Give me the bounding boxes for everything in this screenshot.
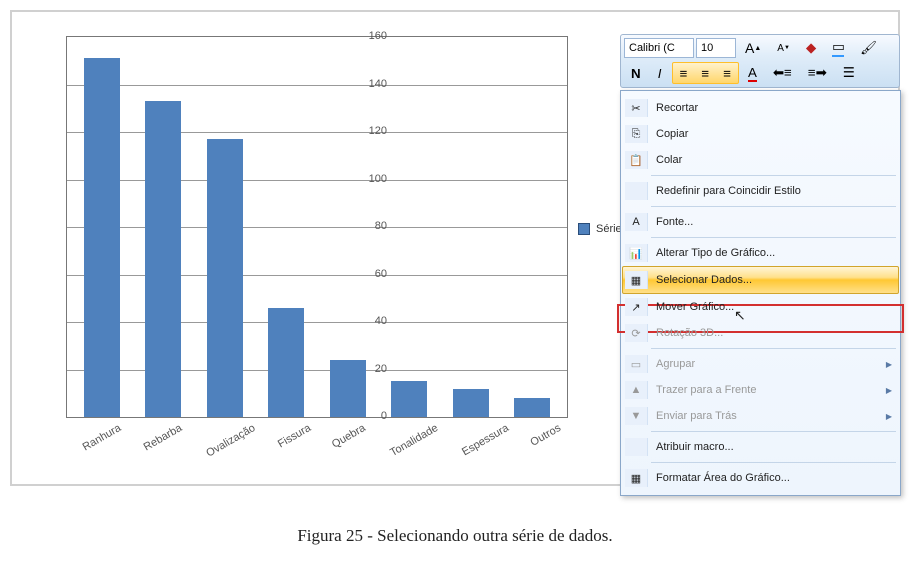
x-axis-tick-label: Rebarba	[142, 422, 185, 453]
chart-bar[interactable]	[514, 398, 550, 417]
figure-caption: Figura 25 - Selecionando outra série de …	[0, 526, 910, 546]
y-axis-tick-label: 120	[347, 125, 387, 137]
context-menu-item-font[interactable]: A Fonte...	[623, 209, 898, 235]
chart-bar[interactable]	[84, 58, 120, 417]
context-menu-label: Atribuir macro...	[656, 441, 884, 453]
italic-button[interactable]: I	[650, 63, 670, 83]
rot3d-icon: ⟳	[625, 324, 648, 342]
context-menu: ✂ Recortar ⎘ Copiar 📋 Colar Redefinir para Coi…	[620, 90, 901, 496]
decrease-indent-button[interactable]: ⬅≡	[766, 63, 799, 83]
y-axis-tick-label: 160	[347, 30, 387, 42]
legend-swatch	[578, 223, 590, 235]
context-menu-item-cut[interactable]: ✂ Recortar	[623, 95, 898, 121]
y-axis-tick-label: 80	[347, 220, 387, 232]
blank-icon	[625, 438, 648, 456]
context-menu-label: Rotação 3D...	[656, 327, 884, 339]
seldata-icon: ▦	[625, 271, 648, 289]
context-menu-label: Agrupar	[656, 358, 884, 370]
context-menu-separator	[651, 348, 896, 349]
font-color-button[interactable]: A	[741, 63, 764, 83]
context-menu-label: Mover Gráfico...	[656, 301, 884, 313]
chart-bar[interactable]	[145, 101, 181, 417]
context-menu-item-rot3d: ⟳ Rotação 3D...	[623, 320, 898, 346]
blank-icon	[625, 182, 648, 200]
context-menu-item-seldata[interactable]: ▦ Selecionar Dados...	[622, 266, 899, 294]
bullets-button[interactable]: ☰	[836, 63, 862, 83]
shrink-font-button[interactable]: A▼	[770, 38, 797, 58]
paste-icon: 📋	[625, 151, 648, 169]
group-icon: ▭	[625, 355, 648, 373]
chart-legend[interactable]: Série	[578, 223, 622, 235]
context-menu-label: Selecionar Dados...	[656, 274, 884, 286]
y-axis-tick-label: 0	[347, 410, 387, 422]
x-axis-tick-label: Ranhura	[81, 422, 124, 453]
context-menu-separator	[651, 237, 896, 238]
align-left-button[interactable]: ≡	[673, 63, 695, 83]
context-menu-item-format[interactable]: ▦ Formatar Área do Gráfico...	[623, 465, 898, 491]
back-icon: ▼	[625, 407, 648, 425]
font-name-combo[interactable]	[624, 38, 694, 58]
chart-bar[interactable]	[207, 139, 243, 417]
x-axis-tick-label: Quebra	[330, 422, 368, 451]
front-icon: ▲	[625, 381, 648, 399]
fmt-icon: ▦	[625, 469, 648, 487]
context-menu-item-ctype[interactable]: 📊 Alterar Tipo de Gráfico...	[623, 240, 898, 266]
align-right-button[interactable]: ≡	[716, 63, 738, 83]
y-axis-tick-label: 100	[347, 173, 387, 185]
context-menu-item-front: ▲ Trazer para a Frente	[623, 377, 898, 403]
context-menu-separator	[651, 431, 896, 432]
mini-format-toolbar: A▲ A▼ ◆ ▭ 🖌 N I ≡ ≡ ≡ A ⬅≡ ≡➡ ☰	[620, 34, 900, 88]
context-menu-item-reset[interactable]: Redefinir para Coincidir Estilo	[623, 178, 898, 204]
chart-frame[interactable]: 0 20 40 60 80 100 120 140 160 Ranhura Rebarba Oval…	[10, 10, 900, 486]
chart-plot-area[interactable]	[66, 36, 568, 418]
fill-color-button[interactable]: ◆	[799, 38, 823, 58]
x-axis-tick-label: Ovalização	[205, 422, 258, 460]
legend-label: Série	[596, 223, 622, 235]
context-menu-label: Recortar	[656, 102, 884, 114]
y-axis-tick-label: 40	[347, 315, 387, 327]
context-menu-label: Copiar	[656, 128, 884, 140]
context-menu-item-paste[interactable]: 📋 Colar	[623, 147, 898, 173]
border-color-button[interactable]: ▭	[825, 38, 851, 58]
context-menu-item-back: ▼ Enviar para Trás	[623, 403, 898, 429]
context-menu-label: Redefinir para Coincidir Estilo	[656, 185, 884, 197]
increase-indent-button[interactable]: ≡➡	[801, 63, 834, 83]
context-menu-item-move[interactable]: ↗ Mover Gráfico...	[623, 294, 898, 320]
context-menu-item-group: ▭ Agrupar	[623, 351, 898, 377]
x-axis-tick-label: Outros	[528, 422, 563, 449]
context-menu-separator	[651, 462, 896, 463]
context-menu-label: Colar	[656, 154, 884, 166]
chart-bar[interactable]	[453, 389, 489, 418]
y-axis-tick-label: 140	[347, 78, 387, 90]
chart-icon: 📊	[625, 244, 648, 262]
context-menu-separator	[651, 175, 896, 176]
context-menu-label: Fonte...	[656, 216, 884, 228]
align-center-button[interactable]: ≡	[694, 63, 716, 83]
context-menu-label: Enviar para Trás	[656, 410, 884, 422]
context-menu-label: Alterar Tipo de Gráfico...	[656, 247, 884, 259]
chart-bar[interactable]	[391, 381, 427, 417]
x-axis-tick-label: Fissura	[275, 422, 312, 450]
context-menu-label: Formatar Área do Gráfico...	[656, 472, 884, 484]
x-axis-tick-label: Espessura	[460, 422, 511, 458]
bold-button[interactable]: N	[624, 63, 648, 83]
scissors-icon: ✂	[625, 99, 648, 117]
x-axis-tick-label: Tonalidade	[388, 422, 440, 459]
move-icon: ↗	[625, 298, 648, 316]
context-menu-item-copy[interactable]: ⎘ Copiar	[623, 121, 898, 147]
format-painter-button[interactable]: 🖌	[853, 38, 884, 58]
context-menu-separator	[651, 206, 896, 207]
grow-font-button[interactable]: A▲	[738, 38, 768, 58]
y-axis-tick-label: 20	[347, 363, 387, 375]
y-axis-tick-label: 60	[347, 268, 387, 280]
font-size-combo[interactable]	[696, 38, 736, 58]
font-icon: A	[625, 213, 648, 231]
chart-bars[interactable]	[67, 37, 567, 417]
chart-bar[interactable]	[268, 308, 304, 417]
copy-icon: ⎘	[625, 125, 648, 143]
context-menu-item-macro[interactable]: Atribuir macro...	[623, 434, 898, 460]
context-menu-label: Trazer para a Frente	[656, 384, 884, 396]
